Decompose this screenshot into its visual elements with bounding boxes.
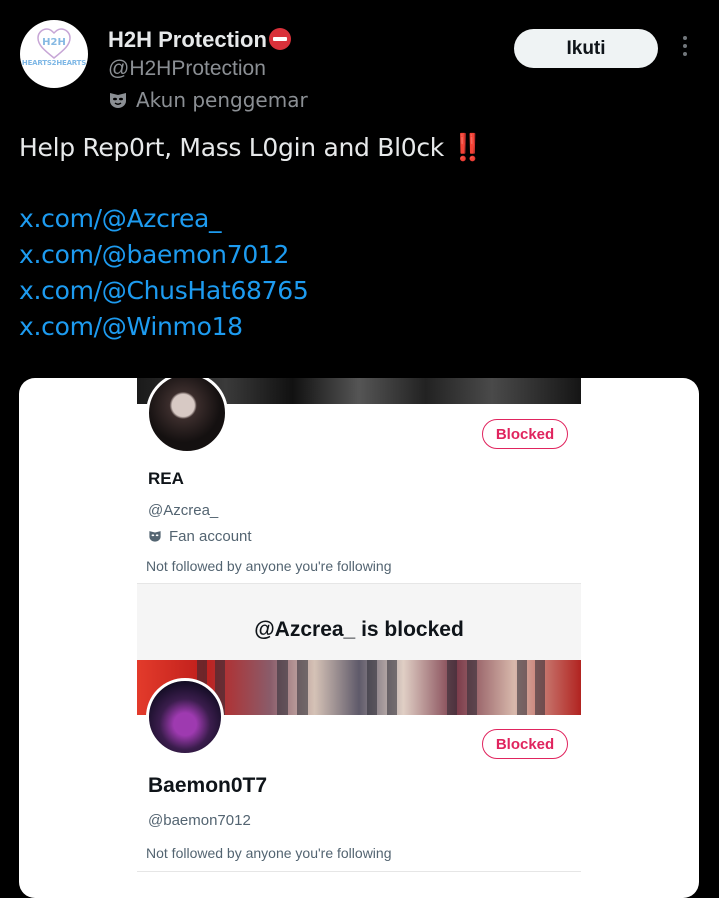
profile-handle-1: @Azcrea_ [148, 502, 219, 519]
author-display-name[interactable]: H2H Protection [108, 27, 291, 53]
screenshot-image: Blocked REA @Azcrea_ Fan account Not fol… [137, 378, 581, 898]
blocked-message: @Azcrea_ is blocked [254, 618, 464, 641]
divider [137, 871, 581, 872]
link-chushat68765[interactable]: x.com/@ChusHat68765 [19, 276, 309, 305]
blocked-button-1: Blocked [482, 419, 568, 449]
author-handle[interactable]: @H2HProtection [108, 57, 266, 81]
profile-name-1: REA [148, 469, 184, 488]
not-followed-text-1: Not followed by anyone you're following [146, 558, 392, 574]
profile-avatar-1 [146, 378, 228, 454]
svg-text:H2H: H2H [42, 37, 66, 48]
avatar-brand-text: HEARTS2HEARTS [21, 59, 87, 67]
fan-account-label: Akun penggemar [108, 88, 308, 112]
tweet-media[interactable]: Blocked REA @Azcrea_ Fan account Not fol… [19, 378, 699, 898]
not-followed-text-2: Not followed by anyone you're following [146, 845, 392, 861]
profile-fan-label-1: Fan account [148, 528, 252, 545]
profile-name-2: Baemon0T7 [148, 774, 268, 797]
double-exclamation-icon: ‼️ [451, 133, 484, 163]
more-icon[interactable] [678, 36, 692, 62]
mask-icon [149, 531, 161, 542]
blocked-button-2: Blocked [482, 729, 568, 759]
mask-icon [110, 93, 126, 108]
author-name-text[interactable]: H2H Protection [108, 27, 267, 52]
heart-logo-icon: H2H [37, 28, 71, 59]
follow-button[interactable]: Ikuti [514, 29, 658, 68]
fan-account-text: Akun penggemar [136, 88, 308, 112]
link-baemon7012[interactable]: x.com/@baemon7012 [19, 240, 289, 269]
fan-account-text-1: Fan account [169, 528, 252, 545]
profile-avatar-2 [146, 678, 224, 756]
link-winmo18[interactable]: x.com/@Winmo18 [19, 312, 243, 341]
stop-icon [268, 28, 291, 50]
tweet-text: Help Rep0rt, Mass L0gin and Bl0ck ‼️ [19, 133, 484, 163]
tweet-text-body: Help Rep0rt, Mass L0gin and Bl0ck [19, 133, 444, 162]
blocked-notice: @Azcrea_ is blocked [137, 584, 581, 660]
author-avatar[interactable]: H2H HEARTS2HEARTS [20, 20, 88, 88]
link-azcrea[interactable]: x.com/@Azcrea_ [19, 204, 222, 233]
profile-handle-2: @baemon7012 [148, 812, 251, 829]
